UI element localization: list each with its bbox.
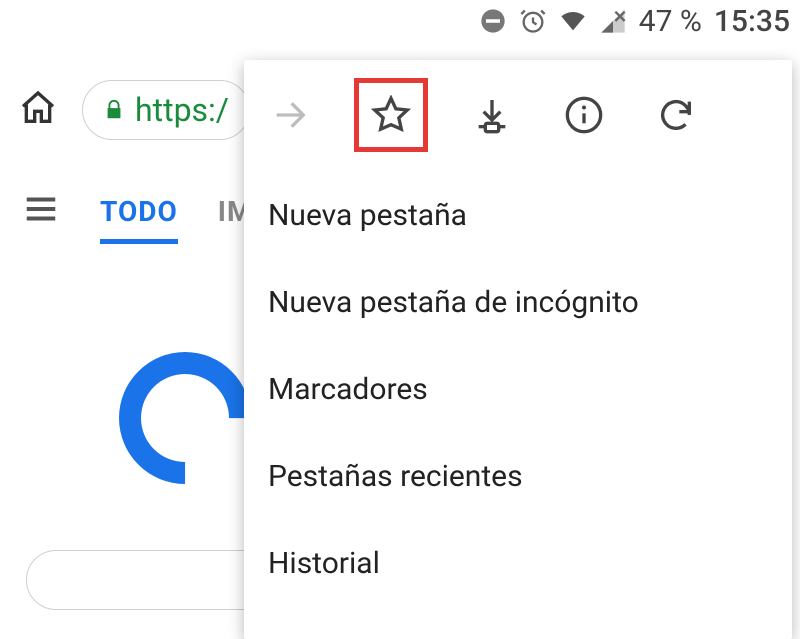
tab-todo[interactable]: TODO [100,195,178,228]
clock: 15:35 [714,4,790,39]
url-bar[interactable]: https:/ [82,80,250,140]
download-icon [472,95,512,135]
browser-nav-bar: https:/ [18,80,250,140]
home-icon [18,88,58,128]
alarm-icon [519,7,547,35]
menu-item-recent-tabs[interactable]: Pestañas recientes [244,433,792,520]
info-button[interactable] [556,87,612,143]
tab-strip: TODO IM [22,190,252,232]
menu-item-new-tab[interactable]: Nueva pestaña [244,172,792,259]
cell-signal-icon [599,7,627,35]
status-bar: 47 % 15:35 [479,0,800,42]
info-icon [564,95,604,135]
reload-icon [656,95,696,135]
star-icon [371,95,411,135]
forward-icon [270,95,310,135]
overflow-menu: Nueva pestaña Nueva pestaña de incógnito… [244,60,792,639]
reload-button[interactable] [648,87,704,143]
url-text: https:/ [135,91,229,129]
menu-item-incognito-tab[interactable]: Nueva pestaña de incógnito [244,259,792,346]
lock-icon [103,97,125,123]
battery-percent: 47 % [639,4,702,39]
hamburger-icon [22,190,60,228]
download-button[interactable] [464,87,520,143]
wifi-icon [559,7,587,35]
overflow-menu-icon-row [244,60,792,172]
menu-item-history[interactable]: Historial [244,520,792,607]
hamburger-button[interactable] [22,190,60,232]
forward-button[interactable] [262,87,318,143]
home-button[interactable] [18,88,58,132]
menu-item-bookmarks[interactable]: Marcadores [244,346,792,433]
dnd-icon [479,7,507,35]
bookmark-button[interactable] [354,78,428,152]
